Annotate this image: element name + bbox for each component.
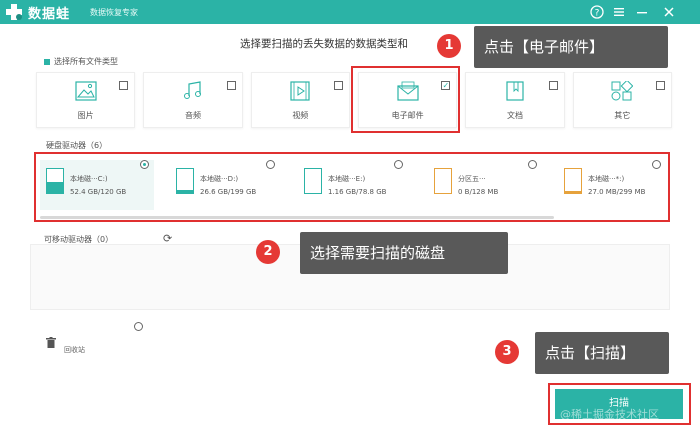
callout-step-2: 选择需要扫描的磁盘 <box>300 232 508 274</box>
document-icon <box>506 81 524 101</box>
disk-item-partition5[interactable]: 分区五··· 0 B/128 MB <box>428 160 540 210</box>
other-icon <box>611 81 634 101</box>
type-label: 其它 <box>614 111 631 120</box>
disk-radio-e[interactable] <box>394 160 403 169</box>
disk-item-star[interactable]: 本地磁···*:) 27.0 MB/299 MB <box>558 160 666 210</box>
type-label: 视频 <box>292 111 309 120</box>
disk-icon <box>304 168 322 194</box>
disk-radio-d[interactable] <box>266 160 275 169</box>
help-icon[interactable]: ? <box>588 3 606 21</box>
disk-item-e[interactable]: 本地磁···E:) 1.16 GB/78.8 GB <box>298 160 410 210</box>
disk-size: 27.0 MB/299 MB <box>588 188 646 196</box>
callout-step-1: 点击【电子邮件】 <box>474 26 668 68</box>
video-icon <box>290 81 310 101</box>
disk-radio-c[interactable] <box>140 160 149 169</box>
select-all-label: 选择所有文件类型 <box>54 57 118 66</box>
disk-radio-partition5[interactable] <box>528 160 537 169</box>
trash-icon <box>46 337 56 348</box>
type-card-image[interactable]: 图片 <box>36 72 136 128</box>
app-logo-icon <box>6 4 22 20</box>
watermark-text: @稀土掘金技术社区 <box>560 408 659 421</box>
disk-size: 0 B/128 MB <box>458 188 499 196</box>
type-label: 图片 <box>77 111 94 120</box>
disk-usage-fill <box>177 189 193 193</box>
disk-size: 26.6 GB/199 GB <box>200 188 257 196</box>
disk-section-title: 硬盘驱动器（6） <box>46 141 108 150</box>
recycle-bin-radio[interactable] <box>134 322 143 331</box>
minimize-icon[interactable] <box>633 3 651 21</box>
instruction-text: 选择要扫描的丢失数据的数据类型和 <box>240 38 408 50</box>
disk-size: 52.4 GB/120 GB <box>70 188 127 196</box>
disk-name: 本地磁···*:) <box>588 175 625 183</box>
step-badge-2: 2 <box>256 240 280 264</box>
disk-name: 本地磁···C:) <box>70 175 108 183</box>
type-card-other[interactable]: 其它 <box>572 72 672 128</box>
type-label: 文档 <box>506 111 523 120</box>
title-bar: 数据蛙 数据恢复专家 ? <box>0 0 700 24</box>
type-card-audio[interactable]: 音频 <box>143 72 243 128</box>
image-icon <box>75 81 97 101</box>
close-icon[interactable] <box>660 3 678 21</box>
step-badge-3: 3 <box>495 340 519 364</box>
type-label: 音频 <box>184 111 201 120</box>
disk-icon <box>564 168 582 194</box>
disk-item-c[interactable]: 本地磁···C:) 52.4 GB/120 GB <box>40 160 154 210</box>
type-card-video[interactable]: 视频 <box>250 72 350 128</box>
disk-size: 1.16 GB/78.8 GB <box>328 188 387 196</box>
svg-text:?: ? <box>595 9 600 19</box>
disk-usage-fill <box>47 182 63 193</box>
callout-step-3: 点击【扫描】 <box>535 332 669 374</box>
disk-name: 本地磁···D:) <box>200 175 239 183</box>
email-highlight-box <box>351 66 460 133</box>
step-badge-1: 1 <box>437 34 461 58</box>
disk-radio-star[interactable] <box>652 160 661 169</box>
disk-item-d[interactable]: 本地磁···D:) 26.6 GB/199 GB <box>170 160 280 210</box>
recycle-bin-label: 回收站 <box>64 346 85 354</box>
disk-icon <box>434 168 452 194</box>
disk-icon <box>176 168 194 194</box>
disk-name: 分区五··· <box>458 175 486 183</box>
type-card-document[interactable]: 文档 <box>465 72 565 128</box>
disk-name: 本地磁···E:) <box>328 175 366 183</box>
select-all-types[interactable]: 选择所有文件类型 <box>44 56 118 67</box>
type-checkbox-other[interactable] <box>655 81 665 90</box>
app-name: 数据蛙 <box>28 7 71 22</box>
disk-usage-fill <box>565 190 581 193</box>
music-icon <box>183 81 201 99</box>
type-checkbox-image[interactable] <box>119 81 129 90</box>
type-checkbox-audio[interactable] <box>226 81 236 90</box>
app-subtitle: 数据恢复专家 <box>90 8 138 17</box>
disk-list-scrollbar[interactable] <box>40 216 554 219</box>
disk-list: 本地磁···C:) 52.4 GB/120 GB 本地磁···D:) 26.6 … <box>34 152 670 222</box>
disk-icon <box>46 168 64 194</box>
menu-icon[interactable] <box>610 3 628 21</box>
type-checkbox-document[interactable] <box>548 81 558 90</box>
select-all-checkbox-icon <box>44 58 50 65</box>
type-checkbox-video[interactable] <box>333 81 343 90</box>
